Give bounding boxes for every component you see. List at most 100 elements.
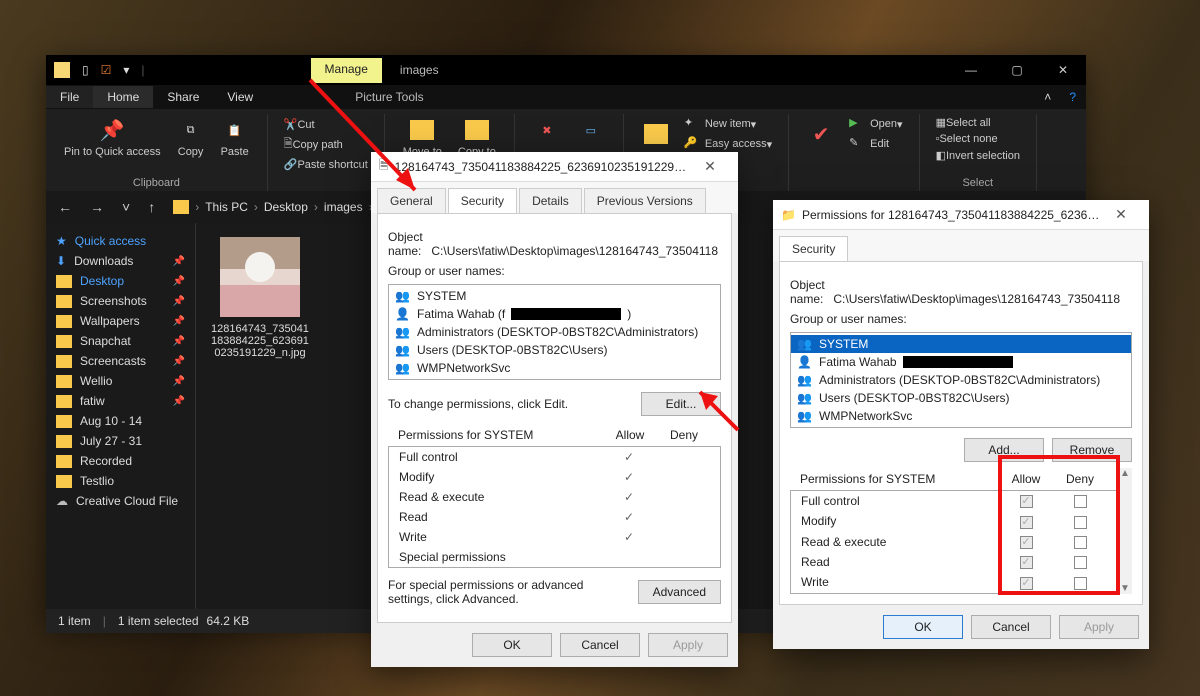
manage-tab[interactable]: Manage xyxy=(311,58,382,83)
users-listbox[interactable]: SYSTEMFatima Wahab (f)Administrators (DE… xyxy=(388,284,721,380)
tab-details[interactable]: Details xyxy=(519,188,582,213)
deny-checkbox[interactable] xyxy=(1074,556,1087,569)
allow-checkbox[interactable] xyxy=(1020,516,1033,529)
user-row[interactable]: Administrators (DESKTOP-0BST82C\Administ… xyxy=(389,323,720,341)
deny-checkbox[interactable] xyxy=(1074,516,1087,529)
user-row[interactable]: WMPNetworkSvc xyxy=(791,407,1131,425)
add-button[interactable]: Add... xyxy=(964,438,1044,462)
easy-access-button[interactable]: 🔑Easy access ▾ xyxy=(678,134,778,154)
sidebar-item-snapchat[interactable]: Snapchat📌 xyxy=(46,331,195,351)
qat-check-icon[interactable]: ☑ xyxy=(97,61,116,79)
sidebar-item-creative-cloud-file[interactable]: ☁Creative Cloud File xyxy=(46,491,195,511)
invert-selection-button[interactable]: ◧Invert selection xyxy=(930,147,1026,164)
advanced-button[interactable]: Advanced xyxy=(638,580,721,604)
remove-button[interactable]: Remove xyxy=(1052,438,1132,462)
crumb-this-pc[interactable]: This PC xyxy=(199,198,254,216)
tab-previous[interactable]: Previous Versions xyxy=(584,188,706,213)
crumb-desktop[interactable]: Desktop xyxy=(258,198,314,216)
user-row[interactable]: Users (DESKTOP-0BST82C\Users) xyxy=(791,389,1131,407)
apply-button[interactable]: Apply xyxy=(1059,615,1139,639)
deny-checkbox[interactable] xyxy=(1074,577,1087,590)
allow-checkbox[interactable] xyxy=(1020,556,1033,569)
deny-checkbox[interactable] xyxy=(1074,495,1087,508)
users-listbox[interactable]: SYSTEMFatima WahabAdministrators (DESKTO… xyxy=(790,332,1132,428)
allow-checkbox[interactable] xyxy=(1020,536,1033,549)
permission-name: Read & execute xyxy=(801,535,999,549)
user-row[interactable]: SYSTEM xyxy=(791,335,1131,353)
maximize-button[interactable]: ▢ xyxy=(994,55,1040,85)
menu-home[interactable]: Home xyxy=(93,86,153,108)
copy-path-button[interactable]: 🗎Copy path xyxy=(278,133,349,156)
collapse-ribbon-icon[interactable]: ˄ xyxy=(1036,90,1059,104)
select-none-button[interactable]: ▫Select none xyxy=(930,131,1004,147)
breadcrumb[interactable]: › This PC › Desktop › images › xyxy=(173,198,372,216)
user-row[interactable]: Fatima Wahab (f) xyxy=(389,305,720,323)
nav-history-button[interactable]: ˅ xyxy=(116,199,136,215)
scroll-down-icon[interactable]: ▼ xyxy=(1120,583,1130,594)
sidebar-item-desktop[interactable]: Desktop📌 xyxy=(46,271,195,291)
menu-view[interactable]: View xyxy=(213,86,267,108)
minimize-button[interactable]: — xyxy=(948,55,994,85)
new-item-button[interactable]: ✦New item ▾ xyxy=(678,114,778,134)
qat-dropdown-icon[interactable]: ▾ xyxy=(119,61,133,79)
user-row[interactable]: Fatima Wahab xyxy=(791,353,1131,371)
nav-up-button[interactable]: ↑ xyxy=(142,199,161,215)
file-thumbnail[interactable]: 128164743_735041183884225_62369102351912… xyxy=(210,237,310,359)
scroll-up-icon[interactable]: ▲ xyxy=(1120,468,1130,479)
apply-button[interactable]: Apply xyxy=(648,633,728,657)
user-row[interactable]: WMPNetworkSvc xyxy=(389,359,720,377)
user-row[interactable]: Users (DESKTOP-0BST82C\Users) xyxy=(389,341,720,359)
sidebar-item-testlio[interactable]: Testlio xyxy=(46,471,195,491)
nav-back-button[interactable]: ← xyxy=(52,199,78,215)
user-row[interactable]: Administrators (DESKTOP-0BST82C\Administ… xyxy=(791,371,1131,389)
cut-button[interactable]: ✂️Cut xyxy=(278,116,321,133)
help-icon[interactable]: ? xyxy=(1059,90,1086,104)
sidebar-item-recorded[interactable]: Recorded xyxy=(46,451,195,471)
copy-button[interactable]: ⧉Copy xyxy=(169,114,213,160)
close-button[interactable]: ✕ xyxy=(1101,206,1141,223)
rename-button[interactable]: ▭ xyxy=(569,114,613,146)
open-button[interactable]: ▶Open ▾ xyxy=(843,114,908,134)
pin-button[interactable]: 📌Pin to Quick access xyxy=(56,114,169,160)
sidebar-item-screencasts[interactable]: Screencasts📌 xyxy=(46,351,195,371)
delete-button[interactable]: ✖ xyxy=(525,114,569,146)
menu-file[interactable]: File xyxy=(46,86,93,108)
sidebar-item-wellio[interactable]: Wellio📌 xyxy=(46,371,195,391)
sidebar-item-july-27-31[interactable]: July 27 - 31 xyxy=(46,431,195,451)
deny-checkbox[interactable] xyxy=(1074,536,1087,549)
edit-button[interactable]: ✎Edit xyxy=(843,134,908,154)
menu-share[interactable]: Share xyxy=(153,86,213,108)
ok-button[interactable]: OK xyxy=(472,633,552,657)
cancel-button[interactable]: Cancel xyxy=(560,633,640,657)
qat-icon[interactable]: ▯ xyxy=(78,61,93,79)
menubar: File Home Share View Picture Tools ˄ ? xyxy=(46,85,1086,109)
new-folder-button[interactable] xyxy=(634,118,678,150)
tab-security[interactable]: Security xyxy=(779,236,848,261)
tab-general[interactable]: General xyxy=(377,188,446,213)
close-button[interactable]: ✕ xyxy=(690,158,730,175)
close-button[interactable]: ✕ xyxy=(1040,55,1086,85)
paste-button[interactable]: 📋Paste xyxy=(213,114,257,160)
allow-checkbox[interactable] xyxy=(1020,577,1033,590)
sidebar-item-wallpapers[interactable]: Wallpapers📌 xyxy=(46,311,195,331)
cancel-button[interactable]: Cancel xyxy=(971,615,1051,639)
scrollbar[interactable]: ▲▼ xyxy=(1117,468,1132,594)
picture-tools-label[interactable]: Picture Tools xyxy=(355,90,423,104)
nav-forward-button[interactable]: → xyxy=(84,199,110,215)
sidebar-item-fatiw[interactable]: fatiw📌 xyxy=(46,391,195,411)
thumbnail-image xyxy=(220,237,300,317)
ok-button[interactable]: OK xyxy=(883,615,963,639)
edit-button[interactable]: Edit... xyxy=(641,392,721,416)
user-row[interactable]: SYSTEM xyxy=(389,287,720,305)
select-all-button[interactable]: ▦Select all xyxy=(930,114,997,131)
sidebar-item-downloads[interactable]: ⬇Downloads📌 xyxy=(46,251,195,271)
sidebar-item-aug-10-14[interactable]: Aug 10 - 14 xyxy=(46,411,195,431)
crumb-images[interactable]: images xyxy=(318,198,369,216)
tab-security[interactable]: Security xyxy=(448,188,517,213)
edit-icon: ✎ xyxy=(849,136,865,152)
sidebar-item-screenshots[interactable]: Screenshots📌 xyxy=(46,291,195,311)
sidebar-item-quick-access[interactable]: ★Quick access xyxy=(46,231,195,251)
paste-shortcut-button[interactable]: 🔗Paste shortcut xyxy=(278,156,374,173)
allow-checkbox[interactable] xyxy=(1020,495,1033,508)
properties-button[interactable]: ✔ xyxy=(799,118,843,150)
